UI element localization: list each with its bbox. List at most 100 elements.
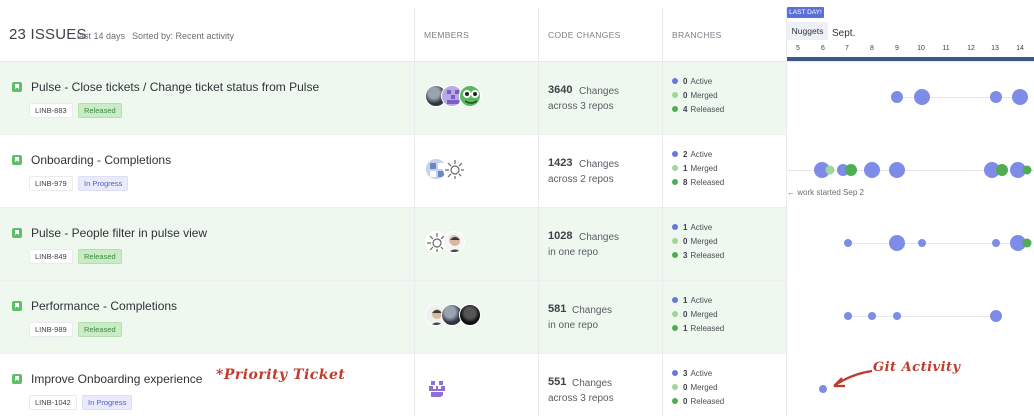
issue-title[interactable]: Onboarding - Completions — [31, 153, 171, 167]
active-dot-icon — [672, 224, 678, 230]
activity-bubble[interactable] — [889, 162, 905, 178]
branch-active: 1 Active — [672, 296, 712, 305]
released-dot-icon — [672, 252, 678, 258]
column-divider — [662, 8, 663, 416]
issue-title[interactable]: Performance - Completions — [31, 299, 177, 313]
branch-released: 4 Released — [672, 105, 724, 114]
status-badge: Released — [78, 322, 122, 337]
story-icon — [12, 155, 22, 165]
annotation-arrow-icon — [833, 369, 873, 388]
issue-title[interactable]: Pulse - Close tickets / Change ticket st… — [31, 80, 319, 94]
code-changes-column-header: CODE CHANGES — [548, 30, 621, 40]
story-icon — [12, 374, 22, 384]
timeline-day: 12 — [967, 45, 975, 52]
activity-bubble[interactable] — [844, 239, 852, 247]
pixel-avatar[interactable] — [425, 377, 447, 399]
activity-bubble[interactable] — [825, 165, 835, 175]
issue-row[interactable]: Pulse - People filter in pulse view LINB… — [0, 208, 1034, 281]
column-divider — [538, 8, 539, 416]
story-icon — [12, 301, 22, 311]
issue-id[interactable]: LINB-1042 — [29, 395, 77, 410]
repos-count: across 3 repos — [548, 393, 614, 404]
changes-label: Changes — [572, 378, 613, 389]
repos-count: across 3 repos — [548, 101, 614, 112]
date-range-filter[interactable]: last 14 days — [77, 31, 125, 41]
activity-bubble[interactable] — [864, 162, 880, 178]
issue-row[interactable]: Performance - Completions LINB-989 Relea… — [0, 281, 1034, 354]
activity-bubble[interactable] — [868, 312, 876, 320]
branch-merged: 0 Merged — [672, 91, 718, 100]
activity-bubble[interactable] — [1022, 165, 1032, 175]
activity-bubble[interactable] — [1012, 89, 1028, 105]
issue-id[interactable]: LINB-989 — [29, 322, 73, 337]
column-divider — [414, 8, 415, 416]
frog-avatar[interactable] — [459, 85, 481, 107]
timeline-cell — [787, 281, 1034, 354]
released-dot-icon — [672, 106, 678, 112]
active-dot-icon — [672, 78, 678, 84]
timeline-cell — [787, 208, 1034, 281]
activity-bubble[interactable] — [990, 310, 1002, 322]
branch-merged: 0 Merged — [672, 237, 718, 246]
priority-annotation: *Priority Ticket — [216, 367, 346, 383]
changes-label: Changes — [579, 86, 620, 97]
timeline-cell — [787, 62, 1034, 135]
repos-count: across 2 repos — [548, 174, 614, 185]
branch-active: 0 Active — [672, 77, 712, 86]
activity-bubble[interactable] — [1022, 238, 1032, 248]
issue-title[interactable]: Pulse - People filter in pulse view — [31, 226, 207, 240]
active-dot-icon — [672, 151, 678, 157]
repos-count: in one repo — [548, 320, 599, 331]
activity-bubble[interactable] — [996, 164, 1008, 176]
active-dot-icon — [672, 297, 678, 303]
activity-bubble[interactable] — [918, 239, 926, 247]
timeline-day: 9 — [895, 45, 899, 52]
person-avatar[interactable] — [443, 231, 465, 253]
timeline-day: 10 — [917, 45, 925, 52]
issue-id[interactable]: LINB-849 — [29, 249, 73, 264]
branch-active: 3 Active — [672, 369, 712, 378]
branch-merged: 0 Merged — [672, 310, 718, 319]
tab-nuggets[interactable]: Nuggets — [787, 22, 828, 40]
timeline-day: 6 — [821, 45, 825, 52]
issue-id[interactable]: LINB-883 — [29, 103, 73, 118]
timeline-day: 11 — [942, 45, 950, 52]
members-column-header: MEMBERS — [424, 30, 470, 40]
sort-selector[interactable]: Sorted by: Recent activity — [132, 31, 234, 41]
activity-bubble[interactable] — [889, 235, 905, 251]
issue-row[interactable]: Onboarding - Completions LINB-979 In Pro… — [0, 135, 1034, 208]
changes-label: Changes — [579, 232, 620, 243]
merged-dot-icon — [672, 238, 678, 244]
dark-avatar[interactable] — [459, 304, 481, 326]
changes-count: 3640 — [548, 84, 573, 96]
merged-dot-icon — [672, 311, 678, 317]
issue-title[interactable]: Improve Onboarding experience — [31, 372, 202, 386]
timeline-day: 5 — [796, 45, 800, 52]
sun-avatar[interactable] — [443, 158, 465, 180]
status-badge: Released — [78, 103, 122, 118]
activity-bubble[interactable] — [893, 312, 901, 320]
activity-bubble[interactable] — [914, 89, 930, 105]
issues-header: 23 ISSUES last 14 days Sorted by: Recent… — [0, 0, 1034, 62]
timeline-day: 7 — [845, 45, 849, 52]
git-activity-annotation: Git Activity — [873, 360, 961, 375]
timeline-bar — [787, 57, 1034, 61]
activity-bubble[interactable] — [990, 91, 1002, 103]
activity-bubble[interactable] — [992, 239, 1000, 247]
activity-bubble[interactable] — [845, 164, 857, 176]
status-badge: Released — [78, 249, 122, 264]
issue-row[interactable]: Pulse - Close tickets / Change ticket st… — [0, 62, 1034, 135]
activity-bubble[interactable] — [891, 91, 903, 103]
changes-label: Changes — [572, 305, 613, 316]
issue-id[interactable]: LINB-979 — [29, 176, 73, 191]
column-divider — [786, 8, 787, 416]
changes-label: Changes — [579, 159, 620, 170]
activity-bubble[interactable] — [844, 312, 852, 320]
arrow-left-icon: ← — [787, 188, 798, 197]
changes-count: 581 — [548, 303, 567, 315]
timeline-day: 13 — [991, 45, 999, 52]
issues-count: 23 ISSUES — [9, 26, 87, 43]
merged-dot-icon — [672, 92, 678, 98]
released-dot-icon — [672, 179, 678, 185]
status-badge: In Progress — [78, 176, 129, 191]
